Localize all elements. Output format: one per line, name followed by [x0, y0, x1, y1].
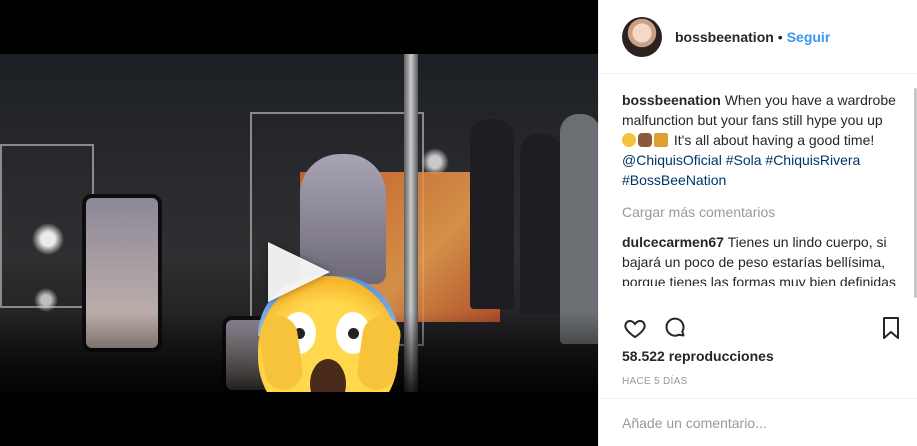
party-popper-emoji-icon: [654, 133, 668, 147]
post-timestamp[interactable]: HACE 5 DÍAS: [622, 376, 688, 387]
caption-username[interactable]: bossbeenation: [622, 92, 721, 108]
play-icon[interactable]: [268, 242, 330, 302]
see-no-evil-monkey-emoji-icon: [638, 133, 652, 147]
instagram-post: bossbeenation • Seguir bossbeenation Whe…: [0, 0, 917, 446]
add-comment-bar: [599, 398, 917, 446]
comment: dulcecarmen67 Tienes un lindo cuerpo, si…: [622, 232, 899, 286]
heart-icon[interactable]: [622, 315, 648, 341]
caption: bossbeenation When you have a wardrobe m…: [622, 90, 899, 190]
comments-list: bossbeenation When you have a wardrobe m…: [599, 74, 917, 286]
comment-input[interactable]: [622, 414, 894, 431]
musician: [560, 114, 598, 344]
caption-mention[interactable]: @ChiquisOficial: [622, 152, 722, 168]
comment-username[interactable]: dulcecarmen67: [622, 234, 724, 250]
header-separator: •: [777, 28, 783, 45]
musician: [520, 134, 562, 314]
post-sidebar: bossbeenation • Seguir bossbeenation Whe…: [598, 0, 917, 446]
caption-hashtag[interactable]: #ChiquisRivera: [765, 152, 860, 168]
post-header: bossbeenation • Seguir: [599, 0, 917, 74]
post-actions: [622, 314, 904, 342]
header-username[interactable]: bossbeenation: [675, 29, 774, 45]
hugging-face-emoji-icon: [622, 133, 636, 147]
comment-bubble-icon[interactable]: [662, 315, 688, 341]
video-frame[interactable]: [0, 54, 598, 392]
musician: [470, 119, 514, 309]
stage-truss: [0, 144, 94, 308]
view-count[interactable]: 58.522 reproducciones: [622, 348, 774, 364]
bookmark-icon[interactable]: [878, 315, 904, 341]
caption-hashtag[interactable]: #BossBeeNation: [622, 172, 726, 188]
caption-hashtag[interactable]: #Sola: [726, 152, 762, 168]
follow-button[interactable]: Seguir: [787, 29, 831, 45]
caption-text-end: It's all about having a good time!: [673, 132, 875, 148]
video-player[interactable]: [0, 0, 598, 446]
load-more-comments-button[interactable]: Cargar más comentarios: [622, 202, 899, 222]
avatar[interactable]: [622, 16, 662, 57]
